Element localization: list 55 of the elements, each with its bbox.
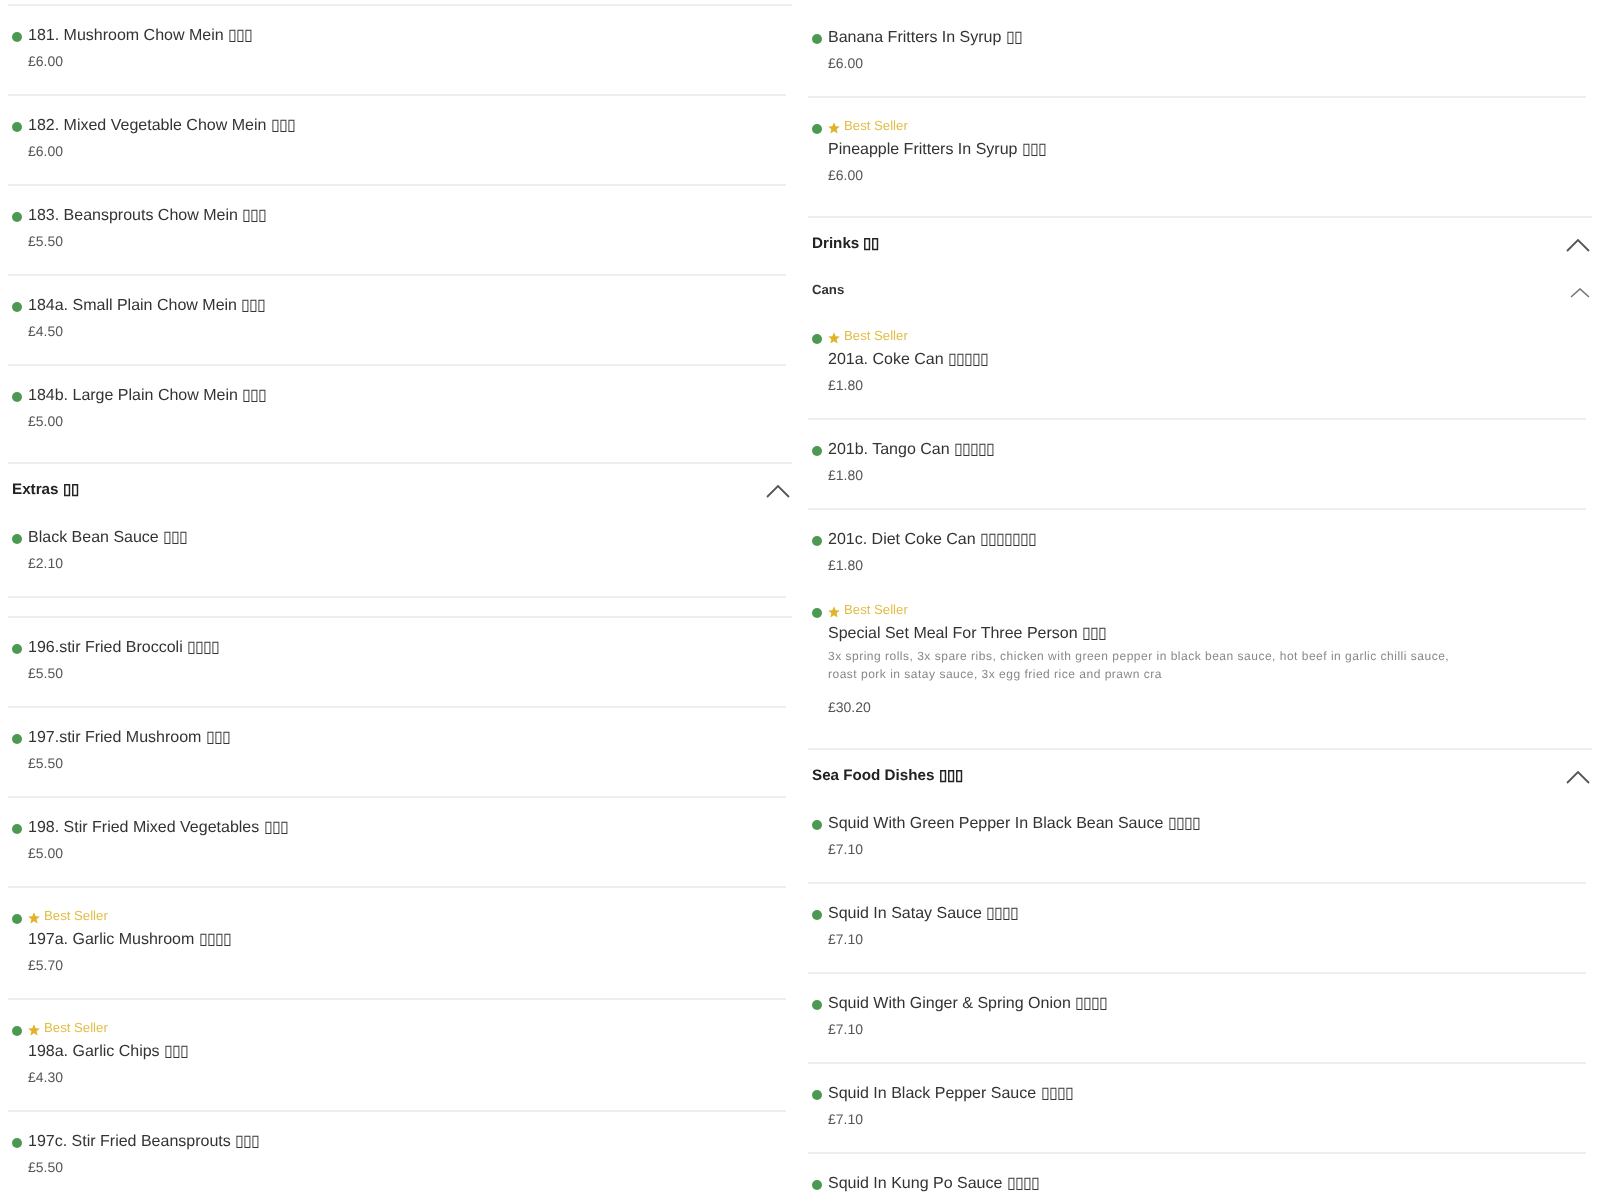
status-dot-icon xyxy=(11,643,21,653)
status-dot-icon xyxy=(11,733,21,743)
item-name[interactable]: Black Bean Sauce ▯▯▯ xyxy=(28,528,786,548)
status-dot-icon xyxy=(811,1089,821,1099)
item-name[interactable]: Special Set Meal For Three Person ▯▯▯ xyxy=(828,624,1586,644)
status-dot-icon xyxy=(11,211,21,221)
status-dot-icon xyxy=(11,301,21,311)
item-name[interactable]: 201c. Diet Coke Can ▯▯▯▯▯▯▯ xyxy=(828,530,1586,550)
status-dot-icon xyxy=(11,391,21,401)
status-dot-icon xyxy=(11,533,21,543)
status-dot-icon xyxy=(11,1025,21,1035)
item-name[interactable]: 181. Mushroom Chow Mein ▯▯▯ xyxy=(28,26,786,46)
status-dot-icon xyxy=(11,1137,21,1147)
item-name[interactable]: Squid With Ginger & Spring Onion ▯▯▯▯ xyxy=(828,994,1586,1014)
item-name[interactable]: Squid In Kung Po Sauce ▯▯▯▯ xyxy=(828,1174,1586,1194)
status-dot-icon xyxy=(811,819,821,829)
item-name[interactable]: Squid In Satay Sauce ▯▯▯▯ xyxy=(828,904,1586,924)
chevron-icon[interactable] xyxy=(1566,237,1590,251)
item-name[interactable]: 197.stir Fried Mushroom ▯▯▯ xyxy=(28,728,786,748)
star-icon xyxy=(28,912,40,924)
status-dot-icon xyxy=(11,121,21,131)
status-dot-icon xyxy=(811,999,821,1009)
item-name[interactable]: Banana Fritters In Syrup ▯▯ xyxy=(828,28,1586,48)
star-icon xyxy=(828,332,840,344)
status-dot-icon xyxy=(811,1179,821,1189)
item-name[interactable]: 182. Mixed Vegetable Chow Mein ▯▯▯ xyxy=(28,116,786,136)
status-dot-icon xyxy=(11,31,21,41)
item-name[interactable]: 184a. Small Plain Chow Mein ▯▯▯ xyxy=(28,296,786,316)
status-dot-icon xyxy=(811,607,821,617)
item-name[interactable]: 201a. Coke Can ▯▯▯▯▯ xyxy=(828,350,1586,370)
item-name[interactable]: 184b. Large Plain Chow Mein ▯▯▯ xyxy=(28,386,786,406)
item-name[interactable]: Squid With Green Pepper In Black Bean Sauce ▯▯▯▯ xyxy=(828,814,1586,834)
chevron-icon[interactable] xyxy=(1570,287,1590,297)
status-dot-icon xyxy=(811,909,821,919)
status-dot-icon xyxy=(811,445,821,455)
item-name[interactable]: Squid In Black Pepper Sauce ▯▯▯▯ xyxy=(828,1084,1586,1104)
chevron-icon[interactable] xyxy=(766,483,790,497)
item-name[interactable]: 198a. Garlic Chips ▯▯▯ xyxy=(28,1042,786,1062)
star-icon xyxy=(828,606,840,618)
item-name[interactable]: 201b. Tango Can ▯▯▯▯▯ xyxy=(828,440,1586,460)
status-dot-icon xyxy=(11,913,21,923)
star-icon xyxy=(28,1024,40,1036)
item-name[interactable]: 183. Beansprouts Chow Mein ▯▯▯ xyxy=(28,206,786,226)
item-name[interactable]: 197a. Garlic Mushroom ▯▯▯▯ xyxy=(28,930,786,950)
status-dot-icon xyxy=(811,123,821,133)
item-name[interactable]: 196.stir Fried Broccoli ▯▯▯▯ xyxy=(28,638,786,658)
item-name[interactable]: 197c. Stir Fried Beansprouts ▯▯▯ xyxy=(28,1132,786,1152)
star-icon xyxy=(828,122,840,134)
status-dot-icon xyxy=(811,333,821,343)
status-dot-icon xyxy=(811,33,821,43)
chevron-icon[interactable] xyxy=(1566,769,1590,783)
status-dot-icon xyxy=(811,535,821,545)
status-dot-icon xyxy=(11,823,21,833)
item-name[interactable]: 198. Stir Fried Mixed Vegetables ▯▯▯ xyxy=(28,818,786,838)
item-name[interactable]: Pineapple Fritters In Syrup ▯▯▯ xyxy=(828,140,1586,160)
